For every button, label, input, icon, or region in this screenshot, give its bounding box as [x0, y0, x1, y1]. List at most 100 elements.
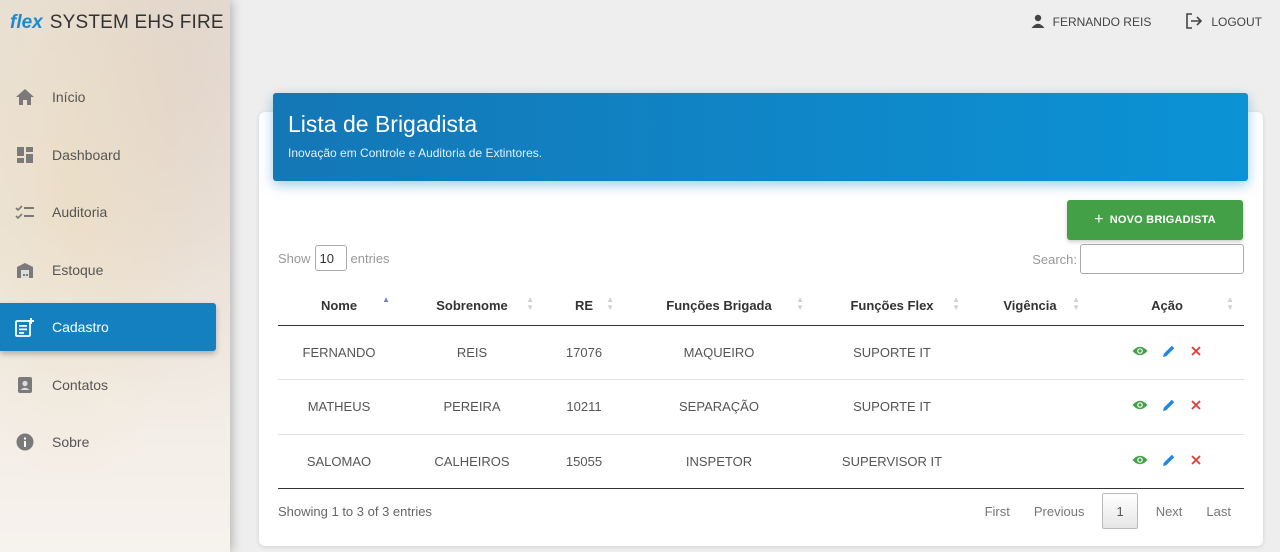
last-page-button[interactable]: Last — [1194, 493, 1243, 529]
pagination: First Previous 1 Next Last — [973, 493, 1243, 529]
sidebar-item-estoque[interactable]: Estoque — [0, 246, 216, 294]
sidebar-item-inicio[interactable]: Início — [0, 73, 216, 121]
sidebar-item-label: Sobre — [52, 434, 90, 450]
sort-icon: ▲ ▼ — [526, 295, 534, 312]
brand-name: SYSTEM EHS FIRE — [49, 12, 224, 33]
show-entries: Show 10 entries — [278, 245, 390, 271]
view-icon[interactable] — [1132, 345, 1148, 360]
sort-icon: ▲ ▼ — [796, 295, 804, 312]
checklist-icon — [14, 201, 36, 223]
view-icon[interactable] — [1132, 399, 1148, 414]
sidebar-item-label: Cadastro — [52, 319, 109, 335]
next-page-button[interactable]: Next — [1144, 493, 1195, 529]
person-icon — [1031, 14, 1053, 31]
cell-sobrenome: CALHEIROS — [400, 434, 544, 489]
table-row: FERNANDO REIS 17076 MAQUEIRO SUPORTE IT — [278, 325, 1244, 380]
previous-page-button[interactable]: Previous — [1022, 493, 1097, 529]
sidebar-item-contatos[interactable]: Contatos — [0, 361, 216, 409]
cell-vigencia — [970, 434, 1090, 489]
brigadista-table: Nome ▲ Sobrenome ▲ ▼ RE ▲ ▼ Funções Brigada ▲ ▼… — [278, 286, 1244, 489]
cell-funcoes-brigada: INSPETOR — [624, 434, 814, 489]
search-label: Search: — [1032, 251, 1077, 267]
sidebar-item-sobre[interactable]: Sobre — [0, 418, 216, 466]
plus-icon: + — [1094, 211, 1104, 228]
show-label: Show — [278, 250, 311, 266]
top-bar: FERNANDO REIS LOGOUT — [230, 0, 1280, 44]
sort-icon: ▲ ▼ — [1226, 295, 1234, 312]
sort-icon: ▲ ▼ — [952, 295, 960, 312]
search: Search: — [1032, 244, 1244, 274]
edit-icon[interactable] — [1162, 344, 1176, 361]
logout-icon — [1185, 12, 1211, 32]
sort-asc-icon: ▲ — [382, 295, 390, 304]
home-icon — [14, 86, 36, 108]
delete-icon[interactable] — [1190, 345, 1202, 360]
sidebar-item-cadastro[interactable]: Cadastro — [0, 303, 216, 351]
user-menu[interactable]: FERNANDO REIS — [1031, 14, 1151, 31]
delete-icon[interactable] — [1190, 454, 1202, 469]
column-header-funcoes-flex[interactable]: Funções Flex ▲ ▼ — [814, 286, 970, 326]
column-header-vigencia[interactable]: Vigência ▲ ▼ — [970, 286, 1090, 326]
table-info: Showing 1 to 3 of 3 entries — [278, 504, 432, 519]
table-row: SALOMAO CALHEIROS 15055 INSPETOR SUPERVI… — [278, 434, 1244, 489]
page-1-button[interactable]: 1 — [1102, 493, 1138, 529]
cell-funcoes-flex: SUPORTE IT — [814, 325, 970, 380]
cell-sobrenome: REIS — [400, 325, 544, 380]
cell-funcoes-flex: SUPORTE IT — [814, 379, 970, 435]
new-brigadista-button[interactable]: + NOVO BRIGADISTA — [1067, 200, 1243, 240]
logout-button[interactable]: LOGOUT — [1185, 12, 1262, 32]
entries-label: entries — [350, 250, 390, 266]
cell-sobrenome: PEREIRA — [400, 379, 544, 435]
cell-funcoes-brigada: SEPARAÇÃO — [624, 379, 814, 435]
cell-nome: MATHEUS — [278, 379, 400, 435]
sidebar: flex SYSTEM EHS FIRE Início Dashboard Au… — [0, 0, 230, 552]
sidebar-item-label: Contatos — [52, 376, 109, 393]
cell-vigencia — [970, 325, 1090, 380]
cell-nome: SALOMAO — [278, 434, 400, 489]
column-header-re[interactable]: RE ▲ ▼ — [544, 286, 624, 326]
dashboard-icon — [14, 144, 36, 166]
sidebar-item-label: Dashboard — [52, 146, 121, 163]
edit-icon[interactable] — [1162, 453, 1176, 470]
cell-funcoes-brigada: MAQUEIRO — [624, 325, 814, 380]
cell-acao — [1090, 325, 1244, 380]
warehouse-icon — [14, 259, 36, 281]
cell-re: 17076 — [544, 325, 624, 380]
delete-icon[interactable] — [1190, 399, 1202, 414]
sort-icon: ▲ ▼ — [606, 295, 614, 312]
column-header-nome[interactable]: Nome ▲ — [278, 286, 400, 326]
logout-label: LOGOUT — [1211, 15, 1262, 29]
edit-icon[interactable] — [1162, 398, 1176, 415]
page-subtitle: Inovação em Controle e Auditoria de Exti… — [288, 146, 543, 160]
new-brigadista-label: NOVO BRIGADISTA — [1109, 214, 1216, 226]
cell-nome: FERNANDO — [278, 325, 400, 380]
sidebar-nav: Início Dashboard Auditoria Estoque Cadas… — [0, 73, 230, 476]
sidebar-item-label: Início — [52, 89, 86, 105]
cell-acao — [1090, 434, 1244, 489]
table-row: MATHEUS PEREIRA 10211 SEPARAÇÃO SUPORTE … — [278, 379, 1244, 435]
table-header-row: Nome ▲ Sobrenome ▲ ▼ RE ▲ ▼ Funções Brigada ▲ ▼… — [278, 286, 1244, 326]
view-icon[interactable] — [1132, 454, 1148, 469]
search-input[interactable] — [1080, 244, 1244, 274]
brand[interactable]: flex SYSTEM EHS FIRE — [0, 0, 230, 46]
register-icon — [14, 316, 36, 338]
first-page-button[interactable]: First — [973, 493, 1022, 529]
info-icon — [14, 431, 36, 453]
cell-funcoes-flex: SUPERVISOR IT — [814, 434, 970, 489]
brand-logo: flex — [10, 12, 43, 33]
sidebar-item-dashboard[interactable]: Dashboard — [0, 131, 216, 179]
sidebar-item-label: Estoque — [52, 261, 104, 278]
entries-select[interactable]: 10 — [314, 245, 347, 271]
sidebar-item-auditoria[interactable]: Auditoria — [0, 188, 216, 236]
cell-re: 10211 — [544, 379, 624, 435]
cell-acao — [1090, 379, 1244, 435]
cell-vigencia — [970, 379, 1090, 435]
column-header-funcoes-brigada[interactable]: Funções Brigada ▲ ▼ — [624, 286, 814, 326]
column-header-acao[interactable]: Ação ▲ ▼ — [1090, 286, 1244, 326]
sidebar-item-label: Auditoria — [52, 204, 108, 220]
sort-icon: ▲ ▼ — [1072, 295, 1080, 312]
cell-re: 15055 — [544, 434, 624, 489]
contacts-icon — [14, 374, 36, 396]
column-header-sobrenome[interactable]: Sobrenome ▲ ▼ — [400, 286, 544, 326]
card-header: Lista de Brigadista Inovação em Controle… — [273, 93, 1248, 181]
